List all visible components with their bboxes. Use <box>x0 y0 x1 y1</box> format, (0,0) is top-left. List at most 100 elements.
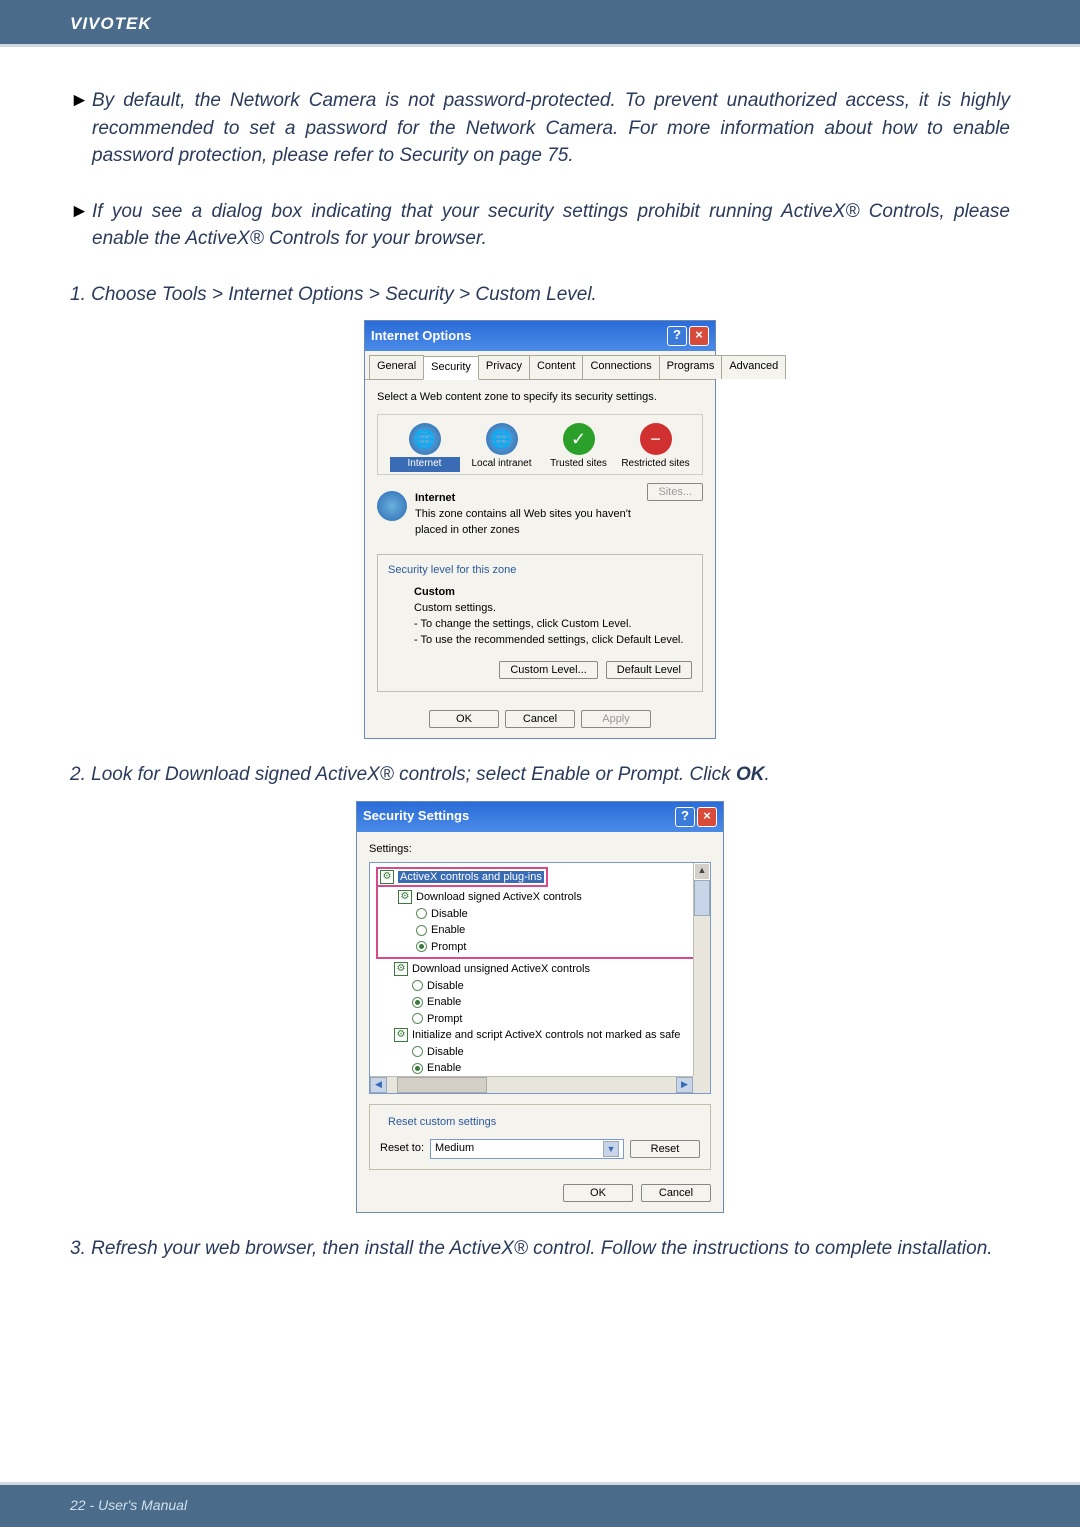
tab-content[interactable]: Content <box>529 355 584 379</box>
settings-tree[interactable]: ⚙ ActiveX controls and plug-ins ⚙ Download… <box>369 862 711 1094</box>
bullet-1: ► By default, the Network Camera is not … <box>70 87 1010 170</box>
zone-info-title: Internet <box>415 492 455 504</box>
scroll-corner <box>693 1076 710 1093</box>
globe-icon: 🌐 <box>409 423 441 455</box>
tree-init-script: Initialize and script ActiveX controls n… <box>412 1029 680 1041</box>
scroll-right-icon[interactable]: ▶ <box>676 1077 693 1093</box>
vertical-scrollbar[interactable]: ▲ <box>693 863 710 1076</box>
zone-instruction: Select a Web content zone to specify its… <box>377 390 703 406</box>
custom-title: Custom <box>414 586 455 598</box>
opt-enable: Enable <box>431 924 465 936</box>
tab-programs[interactable]: Programs <box>659 355 723 379</box>
zone-label-intranet: Local intranet <box>467 457 537 472</box>
page-number: 22 - User's Manual <box>70 1497 187 1513</box>
opt-disable: Disable <box>427 1046 464 1058</box>
radio-enable[interactable] <box>412 1063 423 1074</box>
radio-enable[interactable] <box>412 997 423 1008</box>
opt-prompt: Prompt <box>431 941 466 953</box>
page-content: ► By default, the Network Camera is not … <box>0 47 1080 1294</box>
step-2: 2. Look for Download signed ActiveX® con… <box>70 761 1010 789</box>
bullet-1-text: By default, the Network Camera is not pa… <box>92 87 1010 170</box>
radio-disable[interactable] <box>416 908 427 919</box>
step-1: 1. Choose Tools > Internet Options > Sec… <box>70 281 1010 309</box>
zone-info-desc: This zone contains all Web sites you hav… <box>415 508 631 536</box>
check-icon: ✓ <box>563 423 595 455</box>
opt-prompt: Prompt <box>427 1013 462 1025</box>
close-icon[interactable]: × <box>697 807 717 827</box>
tab-strip: General Security Privacy Content Connect… <box>365 351 715 380</box>
zone-local-intranet[interactable]: 🌐 Local intranet <box>467 423 537 472</box>
security-level-legend: Security level for this zone <box>388 563 692 579</box>
custom-line2: - To change the settings, click Custom L… <box>414 618 631 630</box>
radio-prompt[interactable] <box>416 941 427 952</box>
activex-icon: ⚙ <box>380 870 394 884</box>
intranet-icon: 🌐 <box>486 423 518 455</box>
zone-restricted[interactable]: − Restricted sites <box>621 423 691 472</box>
reset-to-label: Reset to: <box>380 1141 424 1157</box>
internet-options-dialog: Internet Options ? × General Security Pr… <box>364 320 716 739</box>
bullet-2-text: If you see a dialog box indicating that … <box>92 198 1010 253</box>
zone-label-internet: Internet <box>390 457 460 472</box>
zone-internet[interactable]: 🌐 Internet <box>390 423 460 472</box>
arrow-icon: ► <box>70 198 92 253</box>
sites-button[interactable]: Sites... <box>647 483 703 501</box>
tab-connections[interactable]: Connections <box>582 355 659 379</box>
radio-enable[interactable] <box>416 925 427 936</box>
settings-label: Settings: <box>369 842 711 858</box>
tree-download-unsigned: Download unsigned ActiveX controls <box>412 963 590 975</box>
default-level-button[interactable]: Default Level <box>606 661 692 679</box>
opt-disable: Disable <box>427 980 464 992</box>
zone-label-trusted: Trusted sites <box>544 457 614 472</box>
custom-level-button[interactable]: Custom Level... <box>499 661 597 679</box>
ok-button[interactable]: OK <box>429 710 499 728</box>
apply-button[interactable]: Apply <box>581 710 651 728</box>
opt-disable: Disable <box>431 908 468 920</box>
activex-icon: ⚙ <box>394 962 408 976</box>
help-icon[interactable]: ? <box>675 807 695 827</box>
close-icon[interactable]: × <box>689 326 709 346</box>
horizontal-scrollbar[interactable]: ◀ ▶ <box>370 1076 693 1093</box>
custom-line3: - To use the recommended settings, click… <box>414 634 683 646</box>
dialog-title: Internet Options <box>371 327 471 346</box>
zone-label-restricted: Restricted sites <box>621 457 691 472</box>
footer-bar: 22 - User's Manual <box>0 1482 1080 1527</box>
chevron-down-icon[interactable]: ▼ <box>603 1141 619 1157</box>
scroll-left-icon[interactable]: ◀ <box>370 1077 387 1093</box>
cancel-button[interactable]: Cancel <box>505 710 575 728</box>
tree-download-signed: Download signed ActiveX controls <box>416 891 582 903</box>
reset-level-value: Medium <box>435 1141 474 1157</box>
security-settings-dialog: Security Settings ? × Settings: ⚙ ActiveX… <box>356 801 724 1213</box>
arrow-icon: ► <box>70 87 92 170</box>
radio-prompt[interactable] <box>412 1013 423 1024</box>
ok-bold: OK <box>736 764 765 785</box>
activex-icon: ⚙ <box>394 1028 408 1042</box>
tab-privacy[interactable]: Privacy <box>478 355 530 379</box>
step-2-text: 2. Look for Download signed ActiveX® con… <box>70 764 736 785</box>
dialog-titlebar: Security Settings ? × <box>357 802 723 832</box>
ok-button[interactable]: OK <box>563 1184 633 1202</box>
scroll-thumb-h[interactable] <box>397 1077 487 1093</box>
zone-trusted[interactable]: ✓ Trusted sites <box>544 423 614 472</box>
reset-button[interactable]: Reset <box>630 1140 700 1158</box>
radio-disable[interactable] <box>412 1046 423 1057</box>
cancel-button[interactable]: Cancel <box>641 1184 711 1202</box>
globe-icon <box>377 491 407 521</box>
bullet-2: ► If you see a dialog box indicating tha… <box>70 198 1010 253</box>
dialog-titlebar: Internet Options ? × <box>365 321 715 351</box>
help-icon[interactable]: ? <box>667 326 687 346</box>
scroll-up-icon[interactable]: ▲ <box>694 863 710 880</box>
tab-security[interactable]: Security <box>423 356 479 380</box>
minus-icon: − <box>640 423 672 455</box>
radio-disable[interactable] <box>412 980 423 991</box>
scroll-thumb[interactable] <box>694 880 710 916</box>
brand-text: VIVOTEK <box>70 14 152 33</box>
tab-advanced[interactable]: Advanced <box>721 355 786 379</box>
opt-enable: Enable <box>427 996 461 1008</box>
header-bar: VIVOTEK <box>0 0 1080 47</box>
tab-general[interactable]: General <box>369 355 424 379</box>
reset-legend: Reset custom settings <box>384 1115 500 1131</box>
custom-line1: Custom settings. <box>414 602 496 614</box>
activex-icon: ⚙ <box>398 890 412 904</box>
reset-level-combo[interactable]: Medium ▼ <box>430 1139 624 1159</box>
tree-group-activex: ActiveX controls and plug-ins <box>398 871 544 883</box>
